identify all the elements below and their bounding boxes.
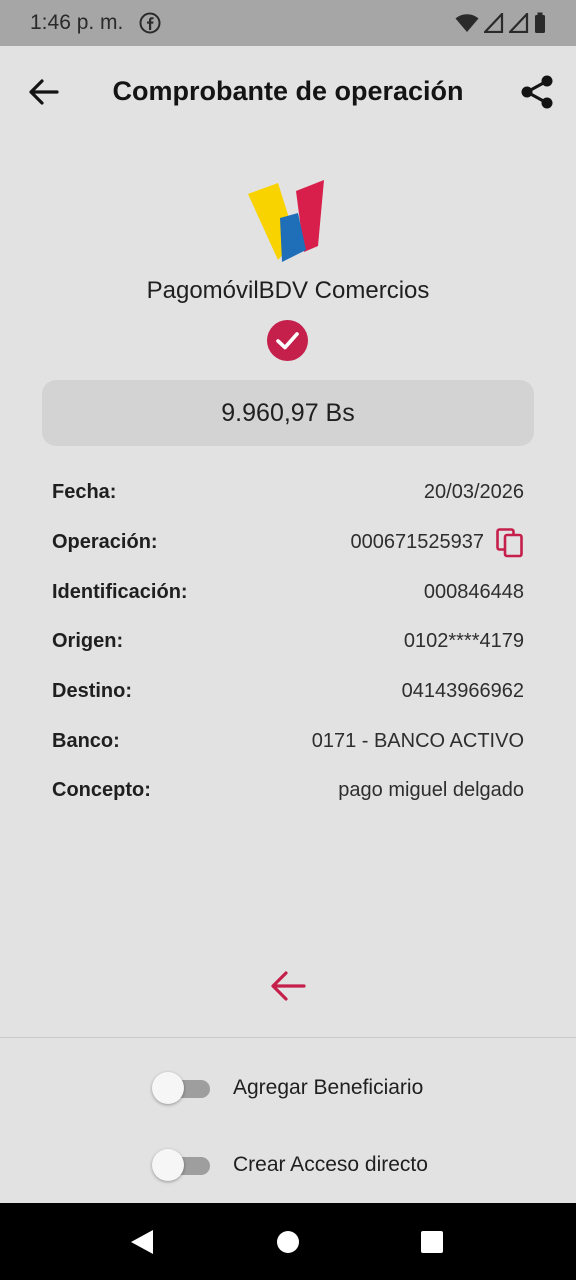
nav-home-icon[interactable] bbox=[277, 1231, 299, 1253]
share-icon[interactable] bbox=[520, 74, 554, 110]
detail-value: 04143966962 bbox=[401, 680, 524, 703]
detail-value: 0102****4179 bbox=[403, 630, 524, 653]
detail-value: 000671525937 bbox=[350, 531, 484, 554]
toggle-label: Agregar Beneficiario bbox=[233, 1076, 424, 1099]
amount-value: 9.960,97 Bs bbox=[221, 398, 355, 427]
amount-display: 9.960,97 Bs bbox=[42, 380, 534, 446]
brand-name: PagomóvilBDV Comercios bbox=[146, 277, 430, 304]
beneficiario-switch[interactable] bbox=[152, 1071, 212, 1105]
detail-label: Operación: bbox=[52, 531, 158, 554]
detail-value: 20/03/2026 bbox=[423, 481, 524, 504]
detail-value: 0171 - BANCO ACTIVO bbox=[311, 729, 524, 752]
battery-icon bbox=[535, 12, 545, 33]
detail-label: Identificación: bbox=[52, 580, 188, 603]
detail-row-banco: Banco: 0171 - BANCO ACTIVO bbox=[52, 716, 524, 766]
signal-icon bbox=[509, 13, 529, 33]
signal-icon bbox=[484, 13, 504, 33]
detail-value-wrap: 000671525937 bbox=[350, 527, 524, 558]
wifi-icon bbox=[455, 14, 479, 32]
detail-value: pago miguel delgado bbox=[338, 779, 524, 802]
success-check-icon bbox=[267, 320, 308, 361]
detail-label: Destino: bbox=[52, 680, 132, 703]
facebook-icon bbox=[139, 12, 161, 34]
detail-label: Fecha: bbox=[52, 481, 117, 504]
detail-row-identificacion: Identificación: 000846448 bbox=[52, 567, 524, 617]
detail-label: Origen: bbox=[52, 630, 124, 653]
toggle-label: Crear Acceso directo bbox=[233, 1153, 428, 1176]
detail-label: Concepto: bbox=[52, 779, 151, 802]
acceso-directo-switch[interactable] bbox=[152, 1148, 212, 1182]
toggle-agregar-beneficiario: Agregar Beneficiario bbox=[152, 1071, 423, 1105]
operation-details: Fecha: 20/03/2026 Operación: 00067152593… bbox=[52, 468, 524, 816]
copy-icon[interactable] bbox=[496, 527, 524, 558]
detail-row-fecha: Fecha: 20/03/2026 bbox=[52, 468, 524, 518]
pagomovil-logo bbox=[248, 180, 324, 262]
status-bar: 1:46 p. m. bbox=[0, 0, 576, 46]
system-nav-bar bbox=[0, 1203, 576, 1280]
nav-recents-icon[interactable] bbox=[421, 1231, 443, 1253]
detail-row-destino: Destino: 04143966962 bbox=[52, 667, 524, 717]
toggle-crear-acceso: Crear Acceso directo bbox=[152, 1148, 428, 1182]
divider bbox=[0, 1037, 576, 1038]
status-time: 1:46 p. m. bbox=[30, 11, 124, 34]
detail-value: 000846448 bbox=[423, 580, 524, 603]
nav-back-icon[interactable] bbox=[130, 1229, 154, 1255]
app-bar: Comprobante de operación bbox=[0, 46, 576, 138]
status-icons bbox=[455, 12, 546, 34]
return-arrow-icon[interactable] bbox=[268, 966, 308, 1006]
page-title: Comprobante de operación bbox=[112, 76, 464, 106]
detail-row-operacion: Operación: 000671525937 bbox=[52, 518, 524, 568]
detail-label: Banco: bbox=[52, 729, 120, 752]
detail-row-concepto: Concepto: pago miguel delgado bbox=[52, 766, 524, 816]
detail-row-origen: Origen: 0102****4179 bbox=[52, 617, 524, 667]
